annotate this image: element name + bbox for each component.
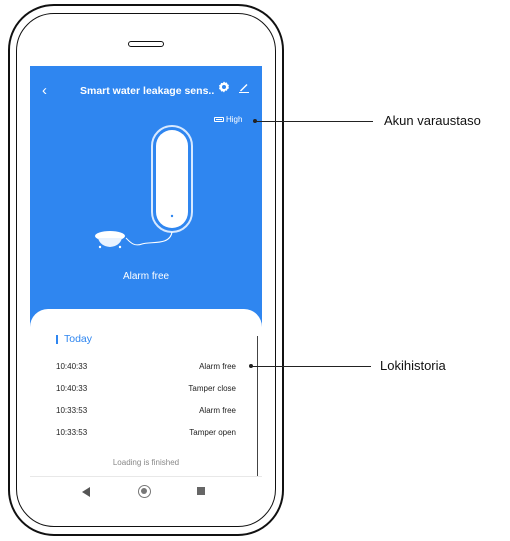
log-event: Tamper open xyxy=(189,428,236,437)
log-callout-line xyxy=(251,366,371,367)
nav-recents-icon[interactable] xyxy=(197,487,205,495)
log-event: Alarm free xyxy=(199,362,236,371)
log-event: Tamper close xyxy=(188,384,236,393)
speaker-slot xyxy=(128,41,164,47)
alarm-status: Alarm free xyxy=(122,271,170,282)
log-section-title: Today xyxy=(64,333,93,345)
log-callout-label: Lokihistoria xyxy=(380,358,446,373)
log-entry: 10:33:53 Alarm free xyxy=(56,406,236,415)
log-time: 10:40:33 xyxy=(56,384,88,393)
battery-callout-line xyxy=(255,121,373,122)
battery-callout-label: Akun varaustaso xyxy=(384,113,481,128)
loading-status: Loading is finished xyxy=(112,458,180,467)
log-entry: 10:40:33 Tamper close xyxy=(56,384,236,393)
log-entry: 10:33:53 Tamper open xyxy=(56,428,236,437)
device-panel: ‹ Smart water leakage sens.. High Alarm … xyxy=(30,66,262,328)
log-time: 10:33:53 xyxy=(56,428,88,437)
section-marker xyxy=(56,334,58,344)
log-time: 10:33:53 xyxy=(56,406,88,415)
nav-home-icon[interactable] xyxy=(138,485,151,498)
log-entry: 10:40:33 Alarm free xyxy=(56,362,236,371)
log-section-header: Today xyxy=(56,333,92,345)
nav-back-icon[interactable] xyxy=(82,487,90,497)
log-time: 10:40:33 xyxy=(56,362,88,371)
android-nav-bar xyxy=(30,476,262,510)
app-screen: ‹ Smart water leakage sens.. High Alarm … xyxy=(30,66,262,510)
log-event: Alarm free xyxy=(199,406,236,415)
sensor-illustration xyxy=(95,125,193,249)
